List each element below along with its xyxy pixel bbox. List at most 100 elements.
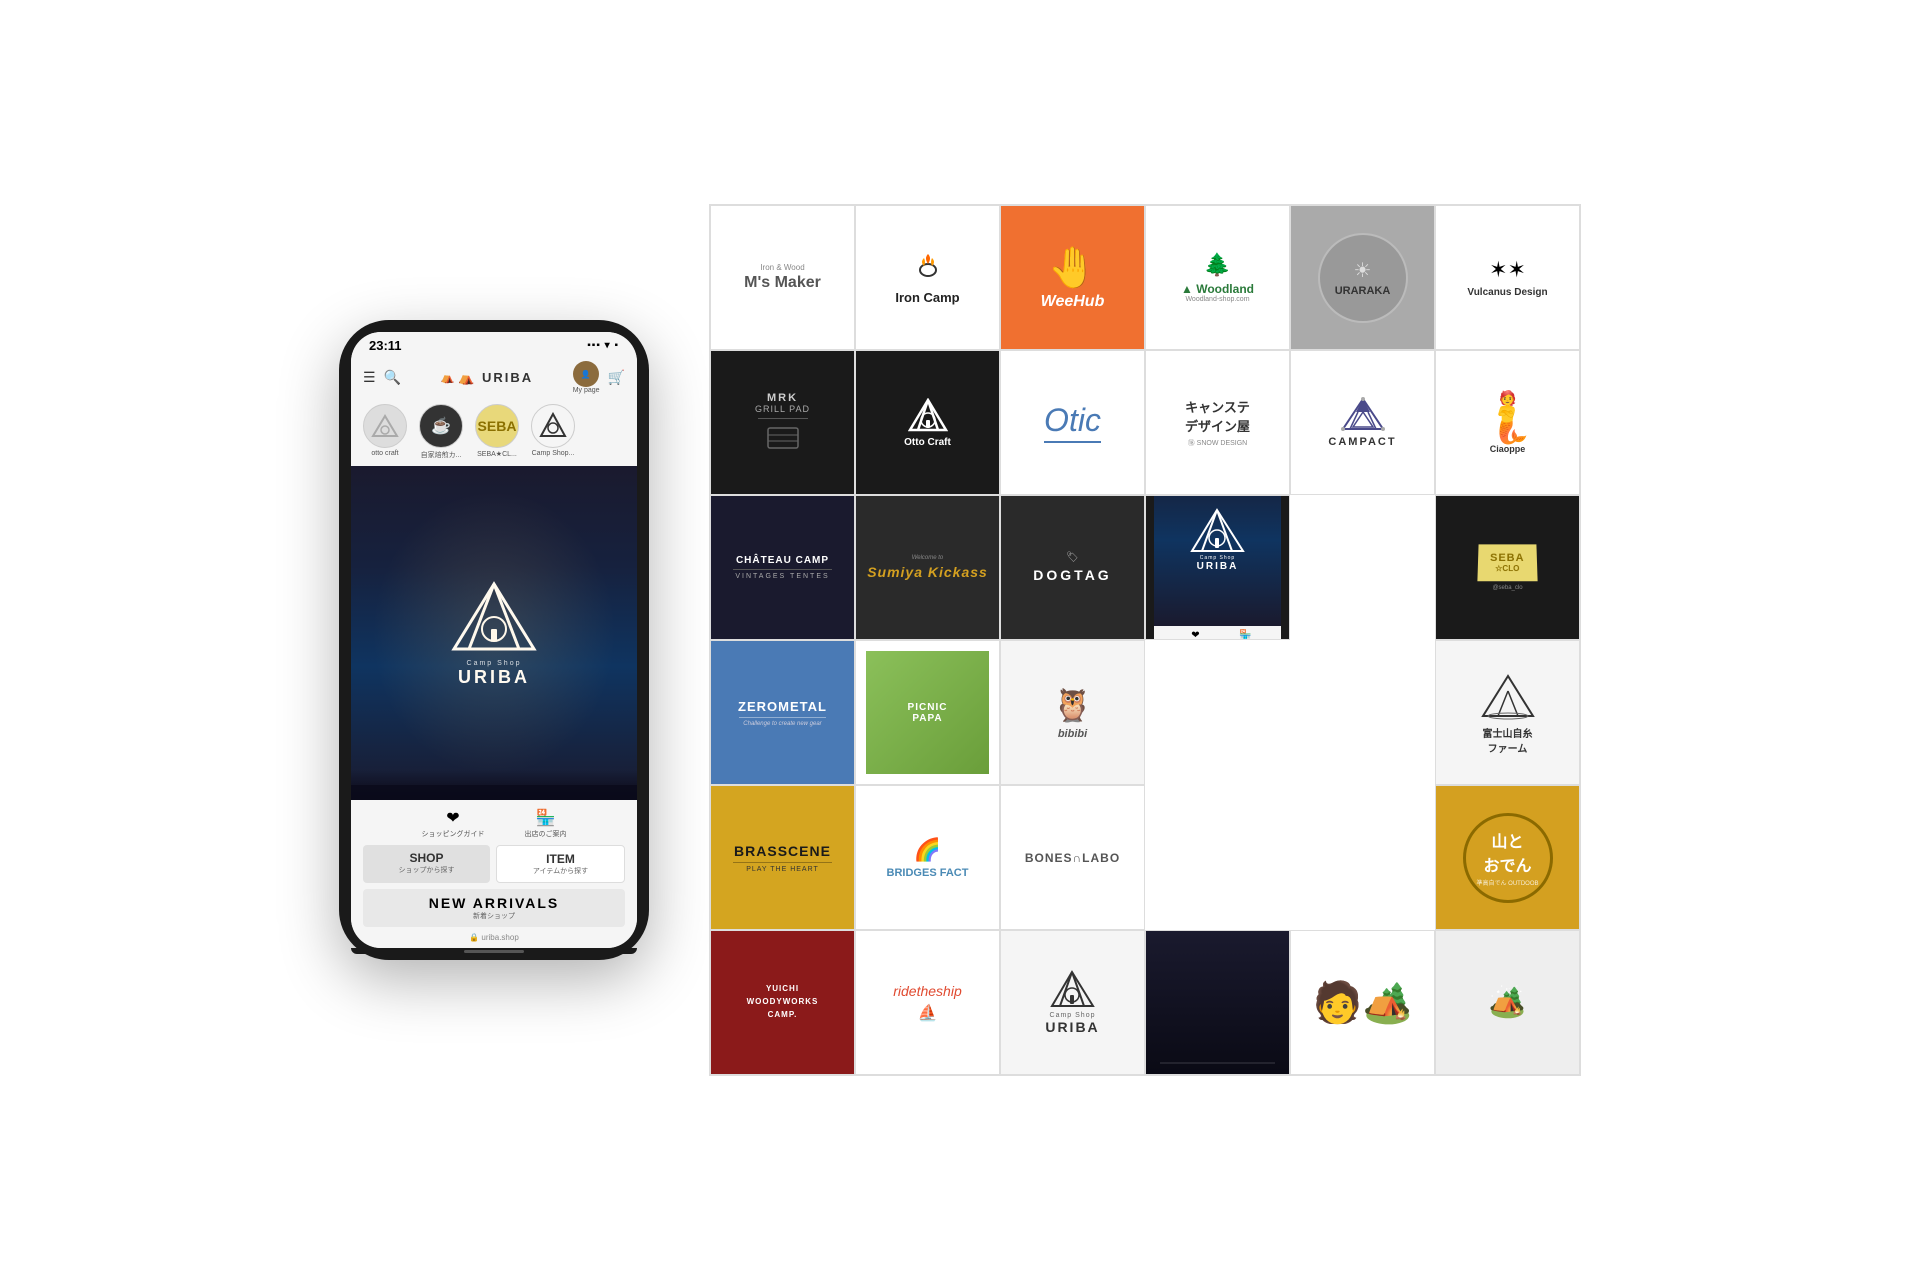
new-arrivals-sub: 新着ショップ [369, 911, 619, 921]
brand-campact: CAMPACT [1291, 351, 1434, 494]
search-icon[interactable]: 🔍 [384, 369, 401, 386]
cell-bridges[interactable]: 🌈 BRIDGES FACT [855, 785, 1000, 930]
footer-buttons: SHOP ショップから探す ITEM アイテムから探す [363, 845, 625, 883]
cell-uraraka[interactable]: ☀ URARAKA [1290, 205, 1435, 350]
brand-fujisan: 富士山自糸 ファーム [1436, 641, 1579, 784]
shop-item-jika[interactable]: ☕ 自家焙煎カ... [417, 404, 465, 460]
shop-btn-label: SHOP [409, 851, 443, 865]
cell-extra1: 🏕️ [1435, 930, 1580, 1075]
cell-ciaoppe[interactable]: 🧜 Ciaoppe [1435, 350, 1580, 495]
cell-fujisan[interactable]: 富士山自糸 ファーム [1435, 640, 1580, 785]
cell-campshop2[interactable]: Camp Shop URIBA [1000, 930, 1145, 1075]
tent-icon-logo: ⛺ [441, 371, 456, 384]
cell-bibibi[interactable]: 🦉 bibibi [1000, 640, 1145, 785]
cell-seba[interactable]: SEBA ☆CLO @seba_clo [1435, 495, 1580, 640]
cell-weehub[interactable]: 🤚 WeeHub [1000, 205, 1145, 350]
shop-label-jika: 自家焙煎カ... [421, 450, 462, 460]
shop-item-camp[interactable]: Camp Shop... [529, 404, 577, 460]
brand-mrk: MRK GRILL PAD [711, 351, 854, 494]
cell-bones[interactable]: BONES∩LABO [1000, 785, 1145, 930]
logo-text: ⛺ URIBA [458, 370, 533, 386]
brand-sumiya: Welcome to Sumiya Kickass [856, 496, 999, 639]
brand-yama: 山と おでん 準高自でん OUTDOOB [1436, 786, 1579, 929]
shop-label-otto: otto craft [371, 450, 398, 457]
footer-top-row: ❤ ショッピングガイド 🏪 出店のご案内 [363, 808, 625, 839]
time-display: 23:11 [369, 338, 402, 353]
new-arrivals-title: NEW ARRIVALS [369, 895, 619, 911]
shopping-guide-item[interactable]: ❤ ショッピングガイド [422, 808, 485, 839]
item-btn-sub: アイテムから探す [503, 866, 618, 876]
brand-zerometal: ZEROMETAL Challenge to create new gear [711, 641, 854, 784]
cell-yuichi[interactable]: YUICHI WOODYWORKS CAMP. [710, 930, 855, 1075]
shop-icon-otto [363, 404, 407, 448]
footer-url: 🔒 uriba.shop [363, 931, 625, 944]
cell-ms-maker[interactable]: Iron & Wood M's Maker [710, 205, 855, 350]
brand-chateau: CHÂTEAU CAMP VINTAGES TENTES [711, 496, 854, 639]
brand-kyansute: キャンステ デザイン屋 ⑱ SNOW DESIGN [1146, 351, 1289, 494]
shop-label-seba: SEBA★CL... [477, 450, 517, 458]
shop-icon-seba: SEBA [475, 404, 519, 448]
header-left-icons: ☰ 🔍 [363, 369, 401, 386]
brand-weehub: 🤚 WeeHub [1001, 206, 1144, 349]
avatar[interactable]: 👤 [573, 361, 599, 387]
cell-brasscene[interactable]: BRASSCENE PLAY THE HEART [710, 785, 855, 930]
brand-ms-maker: Iron & Wood M's Maker [711, 206, 854, 349]
cell-woodland[interactable]: 🌲 ▲ Woodland Woodland-shop.com [1145, 205, 1290, 350]
store-icon: 🏪 [536, 808, 556, 828]
brand-seba: SEBA ☆CLO @seba_clo [1436, 496, 1579, 639]
cell-rideship[interactable]: ridetheship ⛵ [855, 930, 1000, 1075]
shop-icon-jika: ☕ [419, 404, 463, 448]
my-page-label: My page [573, 387, 600, 394]
brand-campshop2: Camp Shop URIBA [1001, 931, 1144, 1074]
cell-yama[interactable]: 山と おでん 準高自でん OUTDOOB [1435, 785, 1580, 930]
header-right-icons: 👤 My page 🛒 [573, 361, 625, 394]
cell-picnic[interactable]: PICNIC PAPA [855, 640, 1000, 785]
main-container: 23:11 ▪▪▪ ▾ ▪ ☰ 🔍 ⛺ ⛺ URIBA 👤 My page [0, 0, 1920, 1280]
cell-sumiya[interactable]: Welcome to Sumiya Kickass [855, 495, 1000, 640]
brand-grid: Iron & Wood M's Maker Iron Camp 🤚 WeeHub… [709, 204, 1581, 1076]
cell-chateau[interactable]: CHÂTEAU CAMP VINTAGES TENTES [710, 495, 855, 640]
brand-vulcanus: ✶✶ Vulcanus Design [1436, 206, 1579, 349]
brand-bibibi: 🦉 bibibi [1001, 641, 1144, 784]
main-image-area: Camp Shop URIBA [351, 466, 637, 800]
cell-mrk[interactable]: MRK GRILL PAD [710, 350, 855, 495]
brand-picnic: PICNIC PAPA [856, 641, 999, 784]
cell-dogtag[interactable]: 🏷 DOGTAG [1000, 495, 1145, 640]
mini-store-guide: 🏪 出店のご案内 [1234, 630, 1258, 641]
mini-main-image: Camp Shop URIBA [1154, 495, 1281, 626]
brand-rideship: ridetheship ⛵ [856, 931, 999, 1074]
cell-night-scene [1145, 930, 1290, 1075]
item-button[interactable]: ITEM アイテムから探す [496, 845, 625, 883]
app-logo: ⛺ ⛺ URIBA [441, 370, 534, 386]
shop-item-seba[interactable]: SEBA SEBA★CL... [473, 404, 521, 460]
shop-item-otto[interactable]: otto craft [361, 404, 409, 460]
cell-otto-craft[interactable]: Otto Craft [855, 350, 1000, 495]
shop-icon-camp [531, 404, 575, 448]
shop-label-camp: Camp Shop... [532, 450, 575, 457]
cart-icon[interactable]: 🛒 [608, 369, 625, 386]
mini-brand: URIBA [1197, 561, 1239, 572]
cell-kyansute[interactable]: キャンステ デザイン屋 ⑱ SNOW DESIGN [1145, 350, 1290, 495]
cell-campact[interactable]: CAMPACT [1290, 350, 1435, 495]
status-icons: ▪▪▪ ▾ ▪ [587, 340, 619, 351]
night-scene-bg [1146, 931, 1289, 1074]
cell-otic[interactable]: Otic [1000, 350, 1145, 495]
new-arrivals-section: NEW ARRIVALS 新着ショップ [363, 889, 625, 927]
menu-icon[interactable]: ☰ [363, 369, 376, 386]
cell-vulcanus[interactable]: ✶✶ Vulcanus Design [1435, 205, 1580, 350]
cell-illust[interactable]: 🧑‍🏕️ [1290, 930, 1435, 1075]
my-page-section[interactable]: 👤 My page [573, 361, 600, 394]
cell-iron-camp[interactable]: Iron Camp [855, 205, 1000, 350]
brand-otto-craft: Otto Craft [856, 351, 999, 494]
brand-brasscene: BRASSCENE PLAY THE HEART [711, 786, 854, 929]
shop-button[interactable]: SHOP ショップから探す [363, 845, 490, 883]
brand-yuichi: YUICHI WOODYWORKS CAMP. [711, 931, 854, 1074]
store-guide-label: 出店のご案内 [525, 829, 567, 839]
url-text: uriba.shop [481, 933, 518, 942]
cell-zerometal[interactable]: ZEROMETAL Challenge to create new gear [710, 640, 855, 785]
shops-row: otto craft ☕ 自家焙煎カ... SEBA SEBA★CL... [351, 400, 637, 466]
mini-phone-screen: ≡ ⛺ URIBA 🛒 Camp Shop [1154, 495, 1281, 640]
store-guide-item[interactable]: 🏪 出店のご案内 [525, 808, 567, 839]
home-indicator-left [351, 948, 637, 954]
heart-icon: ❤ [446, 808, 459, 828]
